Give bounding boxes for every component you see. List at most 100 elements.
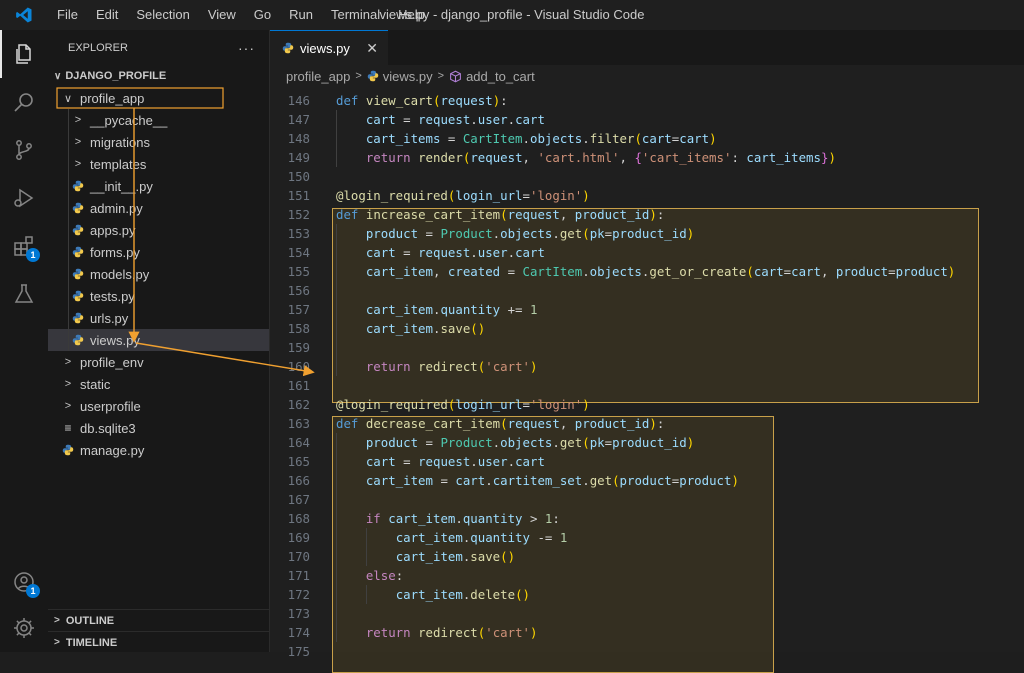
code-token: redirect xyxy=(418,625,478,640)
code-line: 174 return redirect('cart') xyxy=(270,623,1024,642)
tree-item-profile-env[interactable]: > profile_env xyxy=(48,351,269,373)
tree-item-views-py[interactable]: views.py xyxy=(48,329,269,351)
python-file-icon xyxy=(60,444,76,456)
tab-views-py[interactable]: views.py ✕ xyxy=(270,30,388,65)
menu-item-edit[interactable]: Edit xyxy=(87,0,127,30)
python-file-icon xyxy=(70,202,86,214)
code-token: cart_item xyxy=(388,511,456,526)
indent-guide xyxy=(68,153,69,175)
tree-item-init-py[interactable]: __init__.py xyxy=(48,175,269,197)
code-token: () xyxy=(500,549,516,564)
tree-item-templates[interactable]: > templates xyxy=(48,153,269,175)
manage-activity[interactable] xyxy=(0,604,48,652)
code-token: cart_items xyxy=(746,150,821,165)
code-token: = xyxy=(418,226,441,241)
breadcrumb-file[interactable]: views.py xyxy=(383,69,433,84)
code-token: ) xyxy=(686,435,695,450)
outline-section[interactable]: > OUTLINE xyxy=(48,609,269,631)
accounts-activity[interactable]: 1 xyxy=(0,558,48,606)
code-token: . xyxy=(470,454,478,469)
menu-item-view[interactable]: View xyxy=(199,0,245,30)
code-token: = xyxy=(783,264,792,279)
menu-item-file[interactable]: File xyxy=(48,0,87,30)
code-token: ) xyxy=(731,473,739,488)
run-debug-activity[interactable] xyxy=(0,174,48,222)
code-line: 153 product = Product.objects.get(pk=pro… xyxy=(270,224,1024,243)
code-line: 173 xyxy=(270,604,1024,623)
breadcrumb-folder[interactable]: profile_app xyxy=(286,69,350,84)
code-token: product xyxy=(895,264,948,279)
extensions-activity[interactable]: 1 xyxy=(0,222,48,270)
search-activity[interactable] xyxy=(0,78,48,126)
code-token: user xyxy=(477,112,508,127)
line-number: 153 xyxy=(287,226,310,241)
tree-item-admin-py[interactable]: admin.py xyxy=(48,197,269,219)
account-badge: 1 xyxy=(26,584,40,598)
editor-area: views.py ✕ profile_app > views.py > add_… xyxy=(270,30,1024,673)
code-token: get xyxy=(559,435,583,450)
code-line: 162 @login_required(login_url='login') xyxy=(270,395,1024,414)
tree-item-urls-py[interactable]: urls.py xyxy=(48,307,269,329)
tree-item-pycache[interactable]: > __pycache__ xyxy=(48,109,269,131)
close-icon[interactable]: ✕ xyxy=(366,40,378,57)
tree-item-tests-py[interactable]: tests.py xyxy=(48,285,269,307)
menu-item-terminal[interactable]: Terminal xyxy=(322,0,389,30)
code-token: cart xyxy=(365,245,396,260)
tree-item-apps-py[interactable]: apps.py xyxy=(48,219,269,241)
more-actions-icon[interactable]: ··· xyxy=(238,40,255,56)
python-file-icon xyxy=(282,42,294,54)
code-line: 156 xyxy=(270,281,1024,300)
chevron-right-icon: > xyxy=(355,70,362,82)
tree-item-manage-py[interactable]: manage.py xyxy=(48,439,269,461)
code-token: def xyxy=(336,416,359,431)
line-number: 165 xyxy=(287,454,310,469)
code-token: cart xyxy=(515,112,545,127)
code-token: objects xyxy=(530,131,583,146)
menu-item-run[interactable]: Run xyxy=(280,0,322,30)
python-file-icon xyxy=(70,246,86,258)
tree-item-migrations[interactable]: > migrations xyxy=(48,131,269,153)
tree-item-models-py[interactable]: models.py xyxy=(48,263,269,285)
run-debug-icon xyxy=(14,188,34,208)
tree-item-static[interactable]: > static xyxy=(48,373,269,395)
file-tree: ∨ profile_app > __pycache__ > migrations > temp… xyxy=(48,87,269,461)
timeline-section[interactable]: > TIMELINE xyxy=(48,631,269,653)
explorer-title: EXPLORER xyxy=(68,41,128,54)
line-number: 174 xyxy=(287,625,310,640)
line-number: 164 xyxy=(287,435,310,450)
tree-item-userprofile[interactable]: > userprofile xyxy=(48,395,269,417)
code-line: 152 def increase_cart_item(request, produ… xyxy=(270,205,1024,224)
tree-item-forms-py[interactable]: forms.py xyxy=(48,241,269,263)
testing-activity[interactable] xyxy=(0,270,48,318)
menu-item-go[interactable]: Go xyxy=(245,0,280,30)
code-line: 157 cart_item.quantity += 1 xyxy=(270,300,1024,319)
code-editor[interactable]: 146 def view_cart(request): 147 cart = req… xyxy=(270,87,1024,673)
code-token: cart_item xyxy=(365,473,433,488)
line-number: 166 xyxy=(287,473,310,488)
code-line: 159 xyxy=(270,338,1024,357)
chevron-down-icon: ∨ xyxy=(63,92,73,105)
code-token: . xyxy=(522,131,530,146)
menu-item-help[interactable]: Help xyxy=(389,0,434,30)
tree-item-profile-app[interactable]: ∨ profile_app xyxy=(48,87,269,109)
activity-bar: 1 1 xyxy=(0,30,48,652)
python-file-icon xyxy=(70,224,86,236)
code-token: ) xyxy=(709,131,717,146)
tree-item-label: templates xyxy=(90,156,147,172)
menu-item-selection[interactable]: Selection xyxy=(127,0,198,30)
tree-item-db-sqlite3[interactable]: ≡ db.sqlite3 xyxy=(48,417,269,439)
breadcrumb-symbol[interactable]: add_to_cart xyxy=(466,69,535,84)
tree-item-label: static xyxy=(80,376,111,392)
code-token: Product xyxy=(440,226,493,241)
explorer-activity[interactable] xyxy=(0,30,48,78)
project-root[interactable]: ∨ DJANGO_PROFILE xyxy=(48,65,269,87)
indent-guide xyxy=(336,433,337,642)
title-bar: File Edit Selection View Go Run Terminal Help v… xyxy=(0,0,1024,30)
source-control-activity[interactable] xyxy=(0,126,48,174)
code-token: created xyxy=(447,264,501,279)
line-number: 157 xyxy=(287,302,310,317)
code-token: ) xyxy=(649,207,657,222)
